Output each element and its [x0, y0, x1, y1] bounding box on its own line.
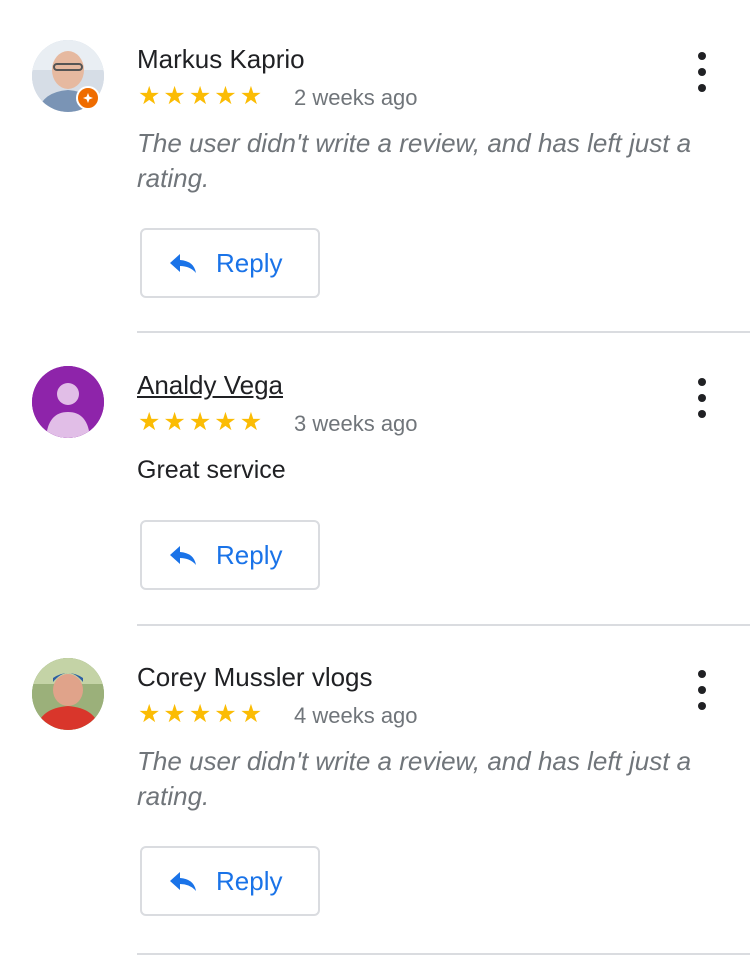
reply-icon [170, 872, 196, 891]
star-icon: ★ [214, 408, 237, 436]
reply-button[interactable]: Reply [140, 228, 320, 298]
divider [137, 953, 750, 955]
star-icon: ★ [239, 82, 263, 110]
review-text: The user didn't write a review, and has … [137, 128, 692, 193]
star-icon: ★ [138, 408, 161, 436]
review-text: The user didn't write a review, and has … [137, 746, 692, 811]
review-time: 2 weeks ago [294, 85, 418, 110]
reviewer-name[interactable]: Markus Kaprio [137, 44, 305, 75]
star-icon: ★ [239, 700, 263, 728]
reviewer-name[interactable]: Corey Mussler vlogs [137, 662, 373, 693]
star-icon: ★ [214, 82, 237, 110]
star-icon: ★ [188, 408, 212, 436]
star-rating: ★ ★ ★ ★ ★ [138, 410, 262, 435]
review-time: 3 weeks ago [294, 411, 418, 436]
reply-icon [170, 546, 196, 565]
star-icon: ★ [163, 408, 186, 436]
divider [137, 624, 750, 626]
star-icon: ★ [188, 700, 212, 728]
more-options-icon[interactable] [690, 378, 714, 418]
avatar[interactable] [32, 366, 104, 438]
star-icon: ★ [163, 82, 186, 110]
reply-label: Reply [216, 539, 283, 570]
star-rating: ★ ★ ★ ★ ★ [138, 84, 262, 109]
star-icon: ★ [214, 700, 237, 728]
review-text: Great service [137, 456, 286, 484]
reply-label: Reply [216, 865, 283, 896]
more-options-icon[interactable] [690, 670, 714, 710]
avatar[interactable] [32, 658, 104, 730]
star-icon: ★ [138, 700, 161, 728]
more-options-icon[interactable] [690, 52, 714, 92]
reply-button[interactable]: Reply [140, 846, 320, 916]
review-time: 4 weeks ago [294, 703, 418, 728]
reply-button[interactable]: Reply [140, 520, 320, 590]
reply-icon [170, 254, 196, 273]
star-icon: ★ [163, 700, 186, 728]
person-photo-icon [32, 658, 104, 730]
divider [137, 331, 750, 333]
local-guide-badge-icon [76, 86, 100, 110]
star-icon: ★ [138, 82, 161, 110]
star-icon: ★ [239, 408, 263, 436]
star-rating: ★ ★ ★ ★ ★ [138, 702, 262, 727]
reviewer-name[interactable]: Analdy Vega [137, 370, 283, 401]
default-person-icon [32, 366, 104, 438]
star-icon: ★ [188, 82, 212, 110]
reply-label: Reply [216, 247, 283, 278]
